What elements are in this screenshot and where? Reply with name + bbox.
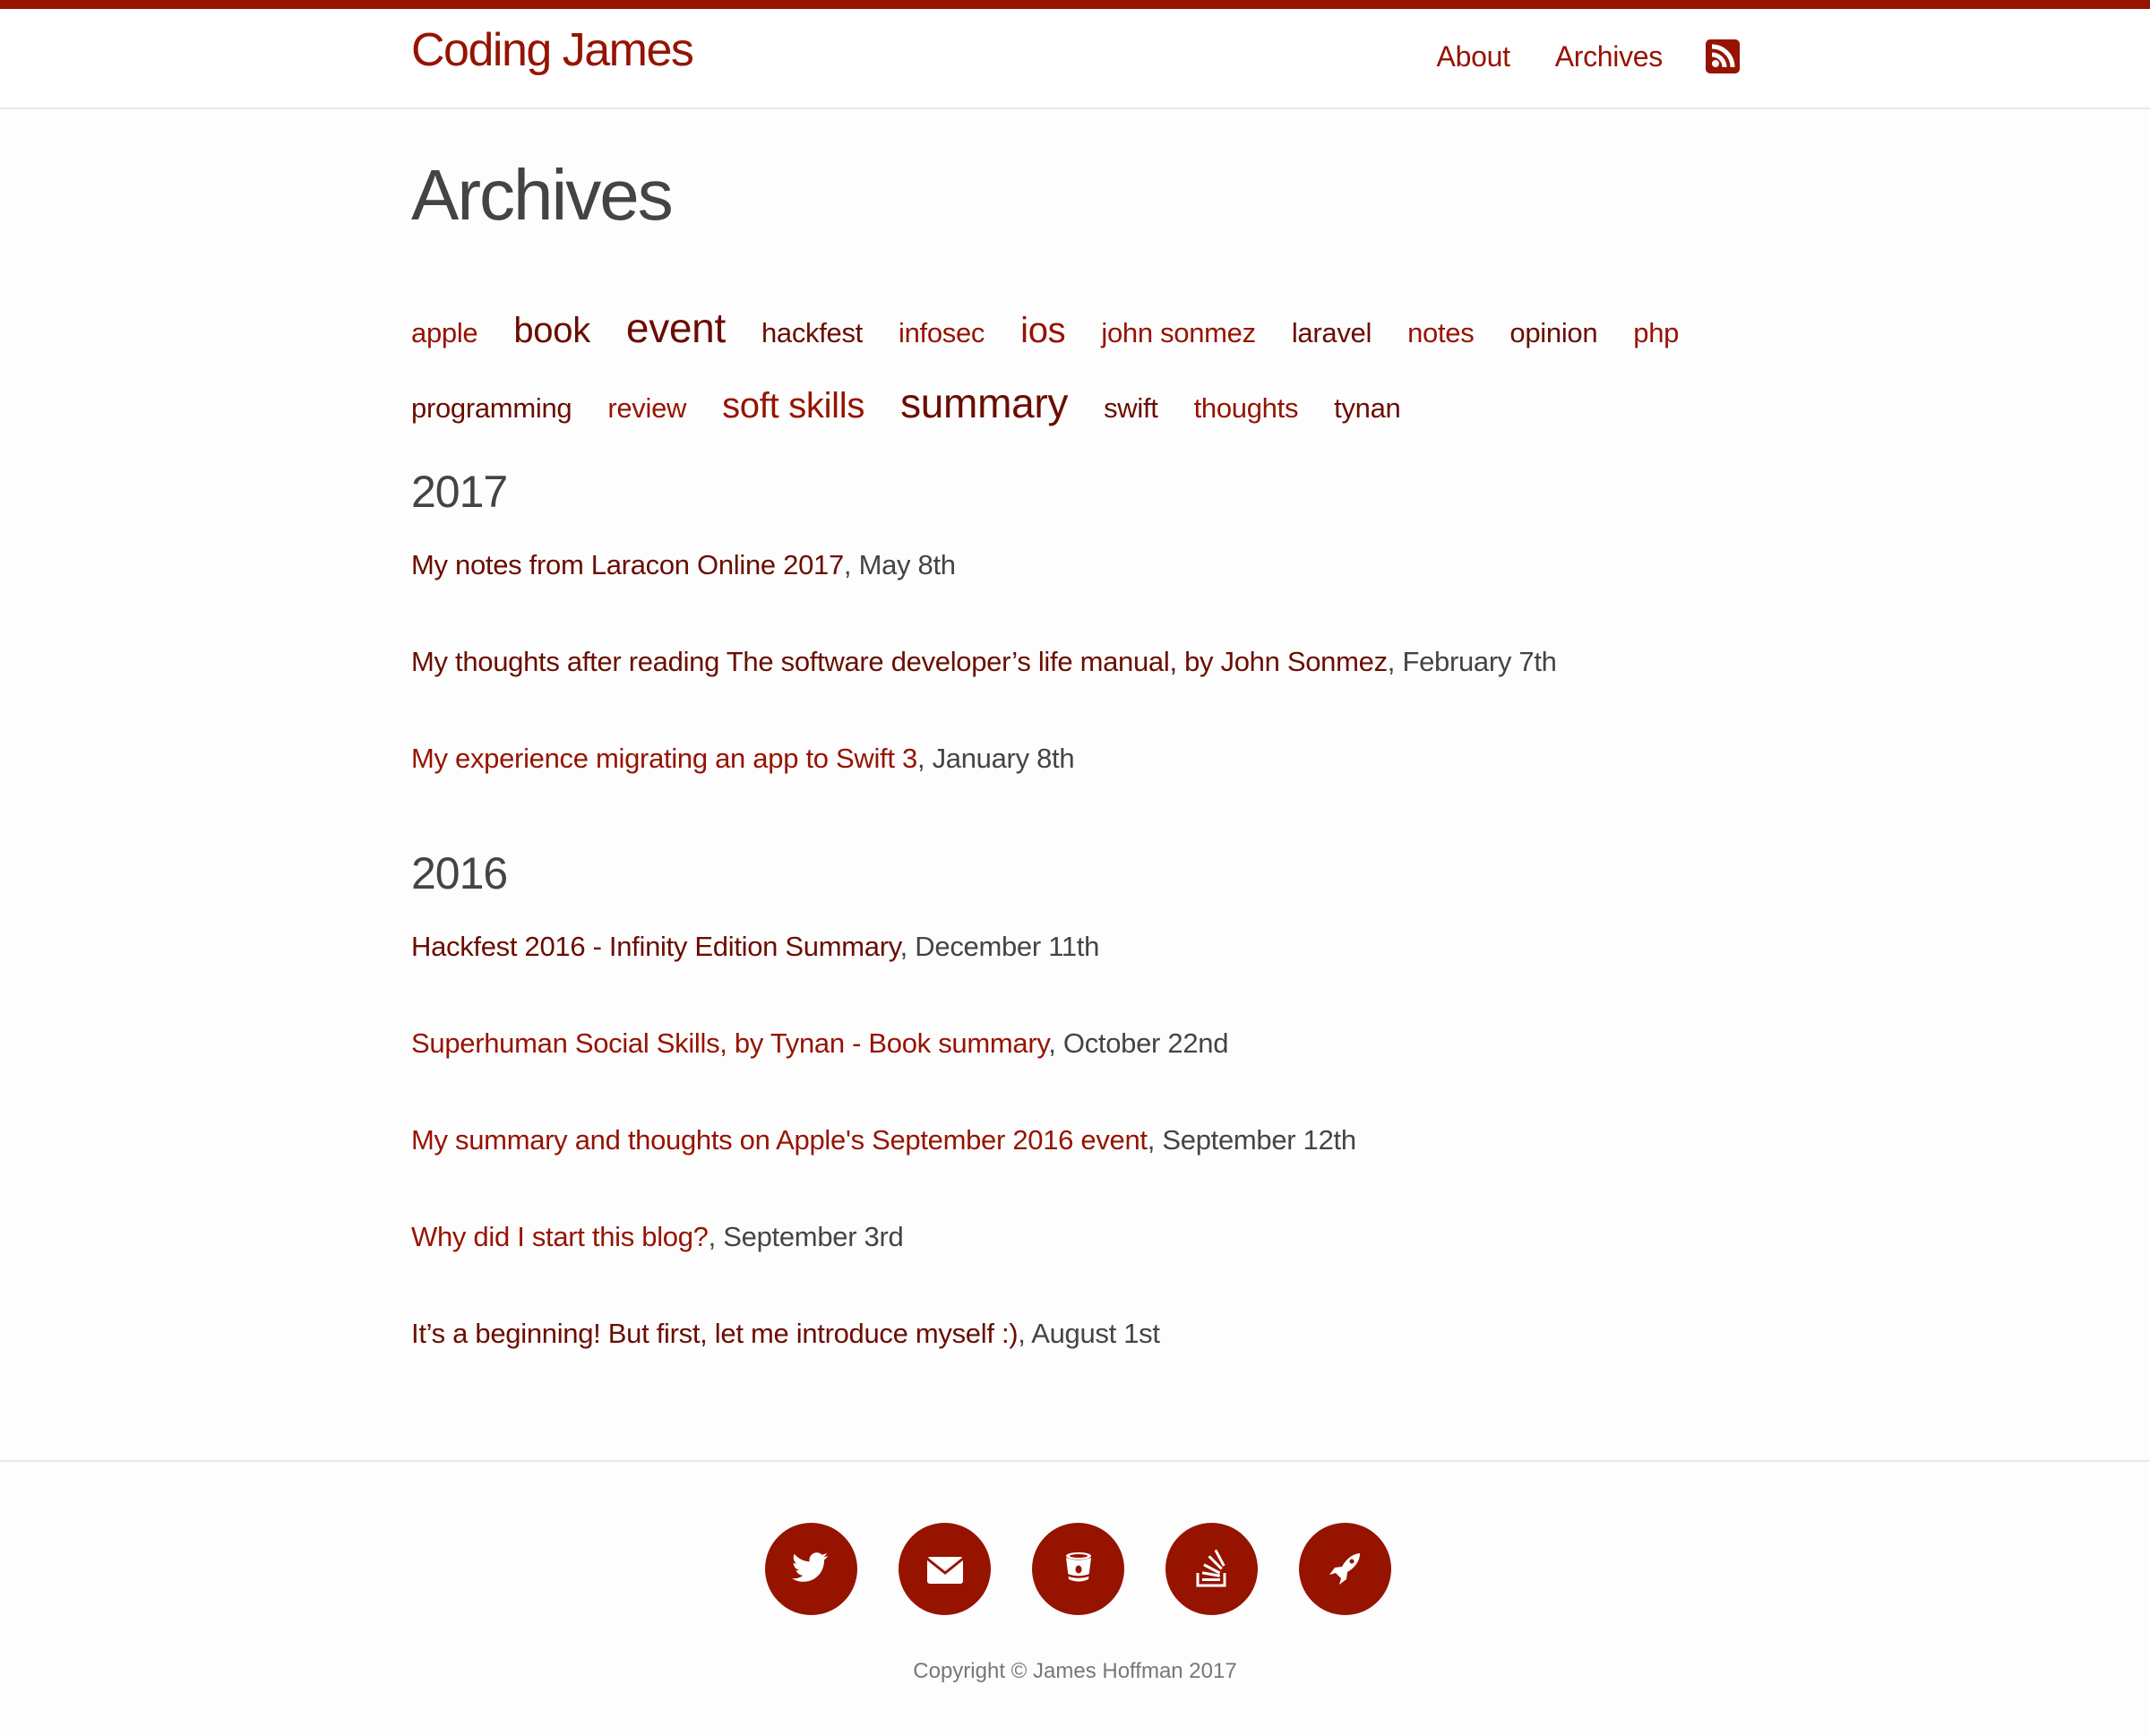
post-list-item: Superhuman Social Skills, by Tynan - Boo…	[411, 1029, 1228, 1057]
top-accent-bar	[0, 0, 2150, 9]
tag-link[interactable]: john sonmez	[1101, 301, 1256, 365]
post-title-link[interactable]: Superhuman Social Skills, by Tynan - Boo…	[411, 1027, 1049, 1059]
tag-link[interactable]: soft skills	[722, 374, 864, 438]
post-list-item: My thoughts after reading The software d…	[411, 648, 1557, 675]
site-title-link[interactable]: Coding James	[411, 27, 694, 73]
separator: ,	[1387, 646, 1403, 677]
separator: ,	[843, 549, 859, 580]
tag-link[interactable]: php	[1633, 301, 1679, 365]
post-date: May 8th	[858, 549, 956, 580]
tag-link[interactable]: event	[626, 296, 726, 360]
tag-link[interactable]: tynan	[1334, 376, 1401, 441]
tag-link[interactable]: laravel	[1292, 301, 1372, 365]
post-date: September 12th	[1162, 1124, 1356, 1156]
tag-link[interactable]: infosec	[899, 301, 985, 365]
separator: ,	[1147, 1124, 1163, 1156]
copyright-text: Copyright © James Hoffman 2017	[913, 1659, 1237, 1683]
separator: ,	[1048, 1027, 1063, 1059]
separator: ,	[916, 743, 933, 774]
social-links	[765, 1523, 1391, 1615]
post-date: December 11th	[915, 931, 1100, 962]
site-footer: Copyright © James Hoffman 2017	[0, 1460, 2150, 1736]
post-date: October 22nd	[1062, 1027, 1229, 1059]
tag-link[interactable]: hackfest	[761, 301, 863, 365]
tag-link[interactable]: book	[513, 298, 590, 363]
email-link[interactable]	[899, 1523, 991, 1615]
post-list-item: It’s a beginning! But first, let me intr…	[411, 1319, 1160, 1347]
nav-link-archives[interactable]: Archives	[1555, 40, 1664, 73]
post-date: January 8th	[932, 743, 1075, 774]
post-list-item: My experience migrating an app to Swift …	[411, 743, 1075, 774]
tag-link[interactable]: notes	[1407, 301, 1475, 365]
tag-cloud: apple book event hackfest infosec ios john son…	[411, 296, 1739, 446]
tag-link[interactable]: summary	[900, 371, 1068, 435]
separator: ,	[708, 1221, 724, 1252]
tag-link[interactable]: swift	[1104, 376, 1158, 441]
post-date: February 7th	[1402, 646, 1557, 677]
tag-link[interactable]: programming	[411, 376, 572, 441]
rss-icon	[1711, 44, 1735, 68]
nav-link-about[interactable]: About	[1437, 40, 1510, 73]
tag-link[interactable]: review	[607, 376, 686, 441]
bitbucket-icon	[1065, 1551, 1091, 1581]
tag-link[interactable]: thoughts	[1194, 376, 1299, 441]
stackoverflow-icon	[1196, 1549, 1226, 1586]
page-title: Archives	[411, 155, 674, 235]
rocket-icon	[1329, 1552, 1360, 1585]
rocket-link[interactable]	[1299, 1523, 1391, 1615]
post-title-link[interactable]: My summary and thoughts on Apple's Septe…	[411, 1124, 1148, 1156]
post-list-item: My notes from Laracon Online 2017, May 8…	[411, 551, 956, 579]
tag-link[interactable]: ios	[1020, 298, 1066, 363]
post-date: September 3rd	[723, 1221, 904, 1252]
post-list-item: Hackfest 2016 - Infinity Edition Summary…	[411, 932, 1099, 960]
main-nav: About Archives	[1437, 39, 1740, 73]
stackoverflow-link[interactable]	[1165, 1523, 1258, 1615]
post-title-link[interactable]: Why did I start this blog?	[411, 1221, 709, 1252]
site-header: Coding James About Archives	[0, 9, 2150, 109]
post-title-link[interactable]: My experience migrating an app to Swift …	[411, 743, 917, 774]
post-title-link[interactable]: Hackfest 2016 - Infinity Edition Summary	[411, 931, 900, 962]
post-list-item: Why did I start this blog?, September 3r…	[411, 1221, 904, 1252]
year-heading: 2016	[411, 848, 508, 898]
separator: ,	[899, 931, 916, 962]
tag-link[interactable]: apple	[411, 301, 478, 365]
year-heading: 2017	[411, 467, 508, 517]
separator: ,	[1018, 1318, 1032, 1349]
post-list-item: My summary and thoughts on Apple's Septe…	[411, 1126, 1356, 1154]
email-icon	[925, 1556, 964, 1584]
post-title-link[interactable]: My thoughts after reading The software d…	[411, 646, 1388, 677]
bitbucket-link[interactable]	[1032, 1523, 1124, 1615]
rss-feed-link[interactable]	[1706, 39, 1740, 73]
tag-link[interactable]: opinion	[1509, 301, 1597, 365]
post-title-link[interactable]: My notes from Laracon Online 2017	[411, 549, 844, 580]
post-date: August 1st	[1031, 1318, 1160, 1349]
twitter-icon	[791, 1551, 828, 1582]
post-title-link[interactable]: It’s a beginning! But first, let me intr…	[411, 1318, 1019, 1349]
twitter-link[interactable]	[765, 1523, 857, 1615]
